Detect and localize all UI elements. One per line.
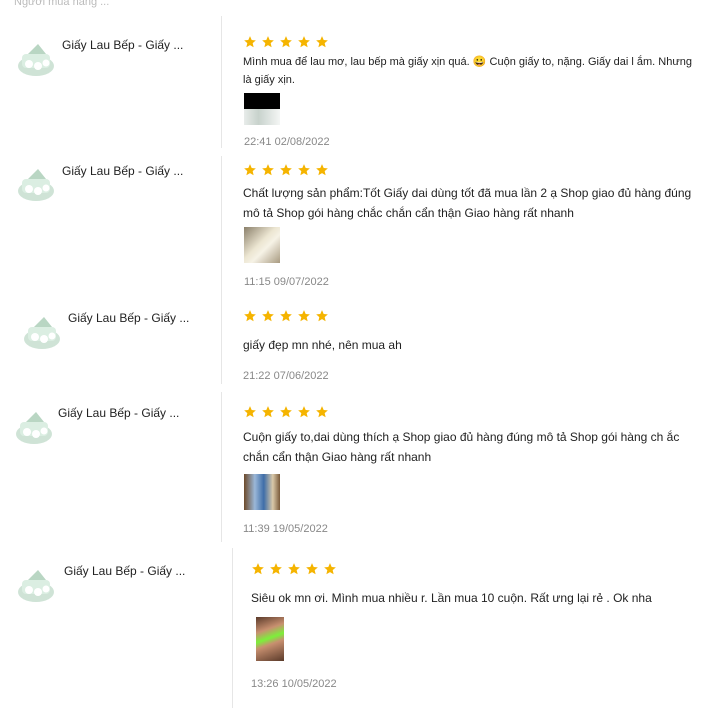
star-icon (270, 563, 282, 575)
rating-stars (251, 562, 341, 576)
review-timestamp: 13:26 10/05/2022 (251, 678, 337, 690)
divider (232, 548, 233, 708)
star-icon (252, 563, 264, 575)
star-icon (288, 563, 300, 575)
review-item: Giấy Lau Bếp - Giấy ... Siêu ok mn ơi. M… (0, 0, 709, 709)
product-name-link[interactable]: Giấy Lau Bếp - Giấy ... (64, 564, 185, 578)
star-icon (324, 563, 336, 575)
star-icon (306, 563, 318, 575)
review-text: Siêu ok mn ơi. Mình mua nhiều r. Lần mua… (251, 591, 652, 605)
product-thumbnail-icon[interactable] (14, 562, 58, 606)
review-photo[interactable] (256, 617, 284, 661)
